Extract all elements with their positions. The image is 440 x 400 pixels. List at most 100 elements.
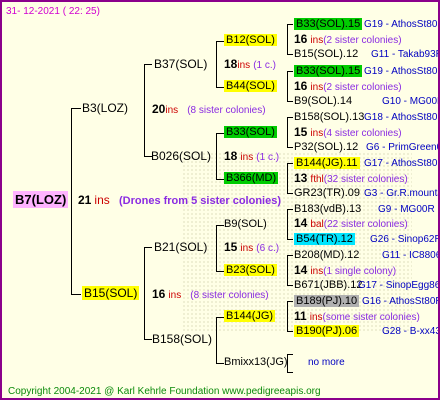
- line-l3: [287, 117, 288, 147]
- b026-note: (1 c.): [256, 152, 280, 163]
- b9-info: 14 bal(22 sister colonies): [294, 217, 408, 231]
- b12-note: (2 sister colonies): [323, 35, 402, 46]
- leaf-7a[interactable]: B189(PJ).10: [294, 295, 360, 308]
- sire-queen[interactable]: B3(LOZ): [82, 102, 128, 115]
- line-l2: [287, 71, 288, 101]
- b33-note: (4 sister colonies): [323, 128, 402, 139]
- root-queen-name[interactable]: B7(LOZ): [13, 191, 69, 208]
- leaf-2a-info: G19 - AthosSt80R: [364, 66, 440, 77]
- b21-ins: ins: [240, 243, 254, 254]
- leaf-5b[interactable]: B54(TR).12: [294, 233, 355, 246]
- leaf-4a-info: G17 - AthosSt80R: [364, 158, 440, 169]
- node-b366-name[interactable]: B366(MD): [224, 172, 279, 184]
- line-l4-a: [287, 163, 293, 164]
- line-n3-down: [216, 271, 224, 272]
- root-info: 21 ins: [78, 194, 110, 208]
- node-b144-name[interactable]: B144(JG): [224, 310, 276, 322]
- leaf-7b[interactable]: B190(PJ).06: [294, 325, 360, 338]
- b026-num: 18: [224, 149, 238, 163]
- b12-info: 16 ins(2 sister colonies): [294, 33, 402, 47]
- line-l3-a: [287, 117, 293, 118]
- line-l2-b: [287, 101, 293, 102]
- line-l1-a: [287, 24, 293, 25]
- leaf-6b[interactable]: B671(JBB).12: [294, 279, 362, 292]
- node-b33[interactable]: B33(SOL): [224, 126, 277, 139]
- leaf-6b-info: G17 - SinopEgg86R: [358, 280, 440, 291]
- b026-ins: ins: [240, 152, 254, 163]
- leaf-4a[interactable]: B144(JG).11: [294, 157, 360, 170]
- leaf-3a[interactable]: B158(SOL).13: [294, 111, 364, 124]
- b12-num: 16: [294, 32, 308, 46]
- leaf-2a-name[interactable]: B33(SOL).15: [294, 65, 363, 77]
- line-sire-trunk: [144, 64, 145, 156]
- b44-info: 16 ins(2 sister colonies): [294, 80, 402, 94]
- leaf-7b-name[interactable]: B190(PJ).06: [294, 325, 360, 337]
- leaf-7a-info: G16 - AthosSt80R: [362, 296, 440, 307]
- node-b144[interactable]: B144(JG): [224, 310, 276, 323]
- node-b366[interactable]: B366(MD): [224, 172, 279, 185]
- line-l1: [287, 24, 288, 54]
- leaf-2b[interactable]: B9(SOL).14: [294, 95, 352, 108]
- b9-note: (22 sister colonies): [323, 219, 408, 230]
- leaf-6a[interactable]: B208(MD).12: [294, 249, 359, 262]
- root-ins: ins: [94, 193, 110, 207]
- line-n2-trunk: [216, 133, 217, 179]
- node-b21[interactable]: B21(SOL): [154, 241, 207, 254]
- node-b12-name[interactable]: B12(SOL): [224, 34, 277, 46]
- dam-queen[interactable]: B15(SOL): [82, 286, 140, 300]
- node-b23-name[interactable]: B23(SOL): [224, 264, 277, 276]
- leaf-3b[interactable]: P32(SOL).12: [294, 141, 358, 154]
- line-n4-down: [216, 363, 224, 364]
- leaf-7b-info: G28 - B-xx43: [382, 326, 440, 337]
- b33-num: 15: [294, 125, 308, 139]
- leaf-2b-info: G10 - MG00R: [382, 96, 440, 107]
- leaf-7a-name[interactable]: B189(PJ).10: [294, 295, 360, 307]
- dam-num: 16: [152, 287, 166, 301]
- root-queen[interactable]: B7(LOZ): [13, 191, 69, 208]
- node-bmixx13[interactable]: Bmixx13(JG): [224, 356, 288, 369]
- line-sire-up: [144, 64, 152, 65]
- line-n2-down: [216, 179, 224, 180]
- node-b33-name[interactable]: B33(SOL): [224, 126, 277, 138]
- sire-num: 20: [152, 102, 166, 116]
- leaf-1b[interactable]: B15(SOL).12: [294, 48, 358, 61]
- dam-queen-name[interactable]: B15(SOL): [82, 286, 140, 300]
- line-l5-a: [287, 209, 293, 210]
- leaf-1a-name[interactable]: B33(SOL).15: [294, 18, 363, 30]
- leaf-5a[interactable]: B183(vdB).13: [294, 203, 361, 216]
- line-l2-a: [287, 71, 293, 72]
- leaf-4b-info: G3 - Gr.R.mounta: [364, 188, 440, 199]
- leaf-4a-name[interactable]: B144(JG).11: [294, 157, 360, 169]
- line-root-to-sire: [71, 108, 81, 109]
- leaf-4b[interactable]: GR23(TR).09: [294, 187, 360, 200]
- node-b026[interactable]: B026(SOL): [151, 150, 211, 163]
- line-l6: [287, 255, 288, 285]
- leaf-2a[interactable]: B33(SOL).15: [294, 65, 363, 78]
- leaf-1a-info: G19 - AthosSt80R: [364, 19, 440, 30]
- line-l7-b: [287, 331, 293, 332]
- node-b44-name[interactable]: B44(SOL): [224, 80, 277, 92]
- copyright-footer: Copyright 2004-2021 @ Karl Kehrle Founda…: [8, 386, 321, 397]
- node-b44[interactable]: B44(SOL): [224, 80, 277, 93]
- line-l6-a: [287, 255, 293, 256]
- node-b12[interactable]: B12(SOL): [224, 34, 277, 47]
- b33-ins: ins: [310, 128, 324, 139]
- sire-ins: ins: [165, 105, 179, 116]
- b9-num: 14: [294, 216, 308, 230]
- node-b9[interactable]: B9(SOL): [224, 218, 267, 231]
- line-n2-up: [216, 133, 224, 134]
- b144-ins: ins: [309, 312, 323, 323]
- b366-ins: fthl: [310, 174, 324, 185]
- line-n4-up: [216, 317, 224, 318]
- b23-info: 14 ins(1 single colony): [294, 264, 396, 278]
- node-b158[interactable]: B158(SOL): [152, 333, 212, 346]
- node-b37[interactable]: B37(SOL): [154, 58, 207, 71]
- b9-ins: bal: [310, 219, 324, 230]
- line-n3-trunk: [216, 225, 217, 271]
- node-b23[interactable]: B23(SOL): [224, 264, 277, 277]
- leaf-5b-name[interactable]: B54(TR).12: [294, 233, 355, 245]
- leaf-1b-info: G11 - Takab93R: [371, 49, 440, 60]
- leaf-1a[interactable]: B33(SOL).15: [294, 18, 363, 31]
- line-n1-trunk: [216, 41, 217, 87]
- b21-note: (6 c.): [256, 243, 280, 254]
